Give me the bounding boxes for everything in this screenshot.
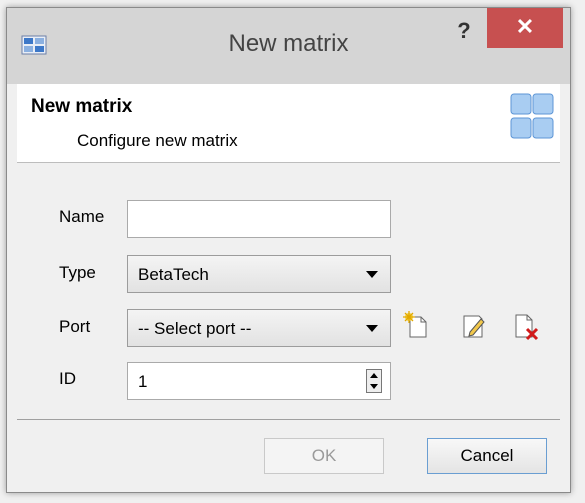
id-value: 1 [138,372,148,391]
dialog-header: New matrix Configure new matrix [17,84,560,163]
window-title: New matrix [228,30,349,57]
type-select[interactable]: BetaTech [127,255,391,293]
close-button[interactable]: ✕ [487,8,563,48]
matrix-grid-icon [510,93,554,139]
delete-document-icon[interactable] [513,313,539,341]
help-button[interactable]: ? [449,18,479,48]
name-input[interactable] [127,200,391,238]
header-subtitle: Configure new matrix [77,131,238,150]
title-bar[interactable]: New matrix ? ✕ [7,8,570,84]
cancel-button[interactable]: Cancel [427,438,547,474]
id-label: ID [59,369,76,388]
header-title: New matrix [31,96,133,117]
chevron-down-icon [366,325,378,332]
spin-down-icon[interactable] [370,384,378,389]
chevron-down-icon [366,271,378,278]
port-select[interactable]: -- Select port -- [127,309,391,347]
new-document-icon[interactable] [403,311,429,339]
spin-up-icon[interactable] [370,373,378,378]
dialog-footer: OK Cancel [17,420,560,484]
name-label: Name [59,207,105,226]
new-matrix-dialog: New matrix ? ✕ New matrix Configure new … [6,7,571,493]
edit-document-icon[interactable] [461,311,487,339]
matrix-form: Name Type BetaTech Port -- Select port -… [17,163,560,419]
ok-button[interactable]: OK [264,438,384,474]
id-spinbox[interactable]: 1 [127,362,391,400]
type-select-value: BetaTech [138,265,209,284]
spin-buttons[interactable] [366,369,382,393]
port-select-value: -- Select port -- [138,319,252,338]
port-label: Port [59,317,91,336]
type-label: Type [59,263,96,282]
